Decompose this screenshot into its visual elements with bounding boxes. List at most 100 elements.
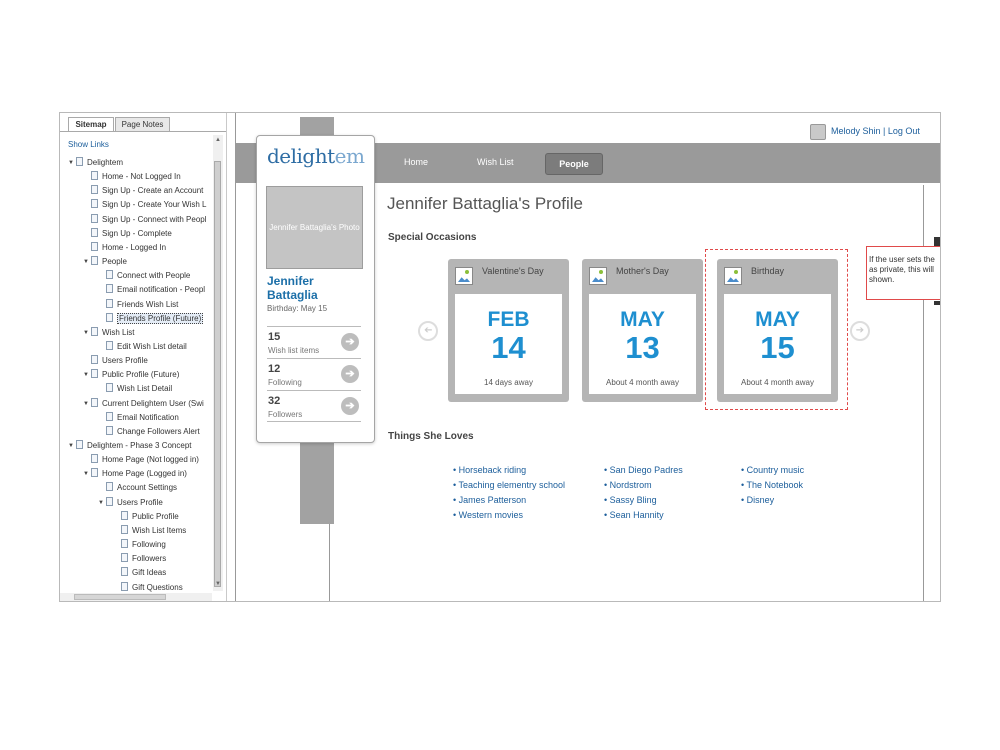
love-link[interactable]: • Horseback riding [453,463,565,478]
sitemap-node-label: Wish List Items [132,525,187,535]
arrow-right-icon[interactable]: ➔ [341,365,359,383]
page-icon [91,227,98,237]
sitemap-node[interactable]: Gift Ideas [113,567,166,580]
page-icon [91,256,98,266]
love-link[interactable]: • Nordstrom [604,478,683,493]
occasion-month: MAY [620,308,665,331]
arrow-right-icon[interactable]: ➔ [341,397,359,415]
occasion-month: FEB [487,308,530,331]
scroll-down-icon[interactable]: ▼ [214,581,222,589]
page-icon [121,567,128,577]
sitemap-node[interactable]: Friends Profile (Future) [98,312,204,326]
sitemap-node-label: Gift Ideas [132,568,167,578]
page-icon [106,425,113,435]
sitemap-node[interactable]: Email notification - Peopl [98,284,205,297]
sitemap-node-label: Gift Questions [132,582,183,592]
love-link[interactable]: • Sean Hannity [604,508,683,523]
sitemap-node-label: People [102,257,127,267]
nav-wish-list[interactable]: Wish List [477,157,514,167]
sitemap-node[interactable]: Following [113,539,166,552]
love-link[interactable]: • Western movies [453,508,565,523]
stat-following[interactable]: 12 Following ➔ [267,358,361,390]
carousel-prev-icon[interactable]: ➔ [418,321,438,341]
scroll-up-icon[interactable]: ▲ [214,137,222,145]
stats-divider [267,421,361,422]
love-link[interactable]: • Disney [741,493,804,508]
occasion-card[interactable]: Mother's Day MAY 13 About 4 month away [582,259,703,402]
sitemap-node-label: Email notification - Peopl [117,285,206,295]
page-icon [106,411,113,421]
sitemap-node[interactable]: Public Profile [113,510,179,524]
sitemap-node[interactable]: Wish List Items [113,524,187,538]
sitemap-node[interactable]: ▼ Wish List [83,326,134,340]
annotation-marker [934,301,940,305]
sitemap-node[interactable]: Home - Not Logged In [83,171,181,184]
love-link[interactable]: • James Patterson [453,493,565,508]
sitemap-node[interactable]: Sign Up - Connect with Peopl [83,213,207,227]
sitemap-node[interactable]: Sign Up - Create Your Wish L [83,199,207,212]
occasion-countdown: 14 days away [484,378,533,387]
page-icon [91,171,98,181]
sitemap-node[interactable]: ▼ Delightem - Phase 3 Concept [68,440,192,453]
sitemap-node[interactable]: ▼ People [83,256,127,269]
sitemap-node[interactable]: Email Notification [98,411,179,425]
sitemap-node[interactable]: Friends Wish List [98,298,178,312]
sitemap-node-label: Public Profile [132,511,179,521]
love-link[interactable]: • Sassy Bling [604,493,683,508]
sitemap-node[interactable]: Wish List Detail [98,383,172,396]
love-link[interactable]: • San Diego Padres [604,463,683,478]
love-link[interactable]: • The Notebook [741,478,804,493]
expand-toggle-icon[interactable]: ▼ [68,157,76,169]
love-link[interactable]: • Country music [741,463,804,478]
expand-toggle-icon[interactable]: ▼ [83,398,91,410]
sitemap-node[interactable]: ▼ Public Profile (Future) [83,369,179,382]
sitemap-node[interactable]: Edit Wish List detail [98,340,187,354]
carousel-next-icon[interactable]: ➔ [850,321,870,341]
expand-toggle-icon[interactable]: ▼ [98,497,106,509]
sitemap-node[interactable]: ▼ Current Delightem User (Swi [83,397,204,411]
stat-value: 15 [268,331,281,343]
sitemap-node[interactable]: Connect with People [98,270,190,283]
sitemap-node[interactable]: Account Settings [98,482,177,495]
sitemap-node[interactable]: Home - Logged In [83,241,166,255]
sitemap-node[interactable]: ▼ Users Profile [98,496,163,510]
image-icon [589,267,607,285]
love-link[interactable]: • Teaching elementry school [453,478,565,493]
stat-followers[interactable]: 32 Followers ➔ [267,390,361,422]
nav-people[interactable]: People [545,153,603,175]
delightem-logo[interactable]: delightem [267,144,365,168]
tab-page-notes[interactable]: Page Notes [115,117,170,131]
page-icon [106,482,113,492]
sitemap-node[interactable]: Change Followers Alert [98,425,200,439]
tab-sitemap[interactable]: Sitemap [68,117,114,132]
loves-column: • Country music • The Notebook • Disney [741,463,804,508]
sitemap-node[interactable]: Home Page (Not logged in) [83,454,199,467]
sitemap-node-label: Delightem [87,158,124,167]
occasion-day: 14 [491,330,526,365]
nav-home[interactable]: Home [404,157,428,167]
scroll-thumb[interactable] [214,161,221,587]
expand-toggle-icon[interactable]: ▼ [83,327,91,339]
sitemap-node[interactable]: ▼ Home Page (Logged in) [83,468,187,481]
expand-toggle-icon[interactable]: ▼ [68,440,76,452]
sitemap-node[interactable]: Sign Up - Create an Account [83,185,203,198]
page-icon [106,284,113,294]
expand-toggle-icon[interactable]: ▼ [83,468,91,480]
expand-toggle-icon[interactable]: ▼ [83,369,91,381]
arrow-right-icon[interactable]: ➔ [341,333,359,351]
sitemap-node[interactable]: Followers [113,553,166,566]
user-logout-link[interactable]: Melody Shin | Log Out [831,126,920,136]
show-links-link[interactable]: Show Links [68,140,109,149]
sitemap-node-label: Sign Up - Complete [102,228,172,238]
occasion-card[interactable]: Valentine's Day FEB 14 14 days away [448,259,569,402]
stat-label: Followers [268,410,303,419]
vertical-scrollbar[interactable]: ▲ ▼ [213,135,223,591]
panel-splitter[interactable] [235,113,236,601]
horizontal-scrollbar[interactable] [60,593,212,601]
horizontal-scroll-thumb[interactable] [74,594,166,600]
stat-wish-list[interactable]: 15 Wish list items ➔ [267,326,361,358]
sitemap-node[interactable]: Users Profile [83,355,148,368]
sitemap-node[interactable]: Sign Up - Complete [83,227,172,241]
expand-toggle-icon[interactable]: ▼ [83,256,91,268]
sitemap-node[interactable]: ▼ Delightem [68,157,123,170]
